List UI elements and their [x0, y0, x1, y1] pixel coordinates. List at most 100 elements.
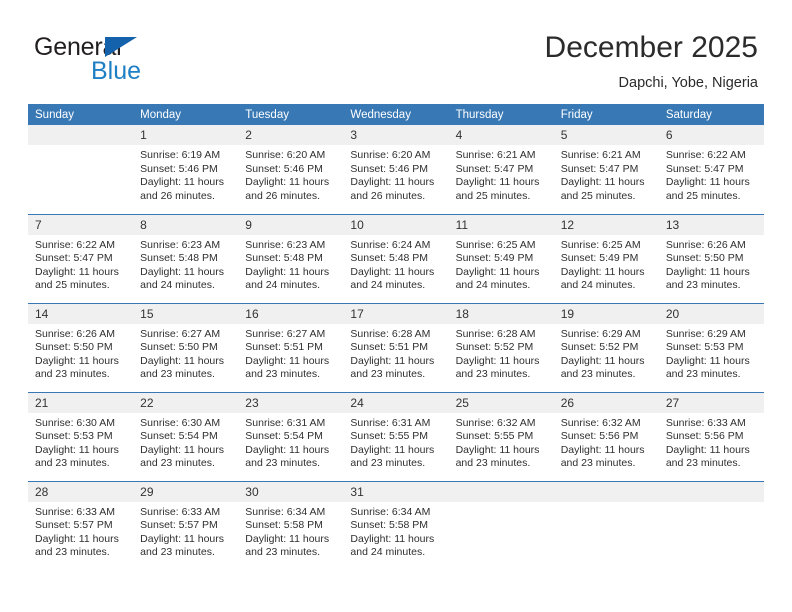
- day-number: 14: [28, 303, 134, 324]
- calendar-day-cell[interactable]: 26 Sunrise: 6:32 AM Sunset: 5:56 PM Dayligh…: [553, 391, 659, 481]
- calendar-day-cell[interactable]: 6 Sunrise: 6:22 AM Sunset: 5:47 PM Daylight…: [658, 125, 764, 214]
- calendar-day-cell[interactable]: 23 Sunrise: 6:31 AM Sunset: 5:54 PM Dayligh…: [238, 391, 344, 481]
- day-number: 4: [448, 125, 554, 145]
- calendar-day-cell[interactable]: 17 Sunrise: 6:28 AM Sunset: 5:51 PM Dayligh…: [343, 302, 449, 392]
- day-number: 30: [238, 481, 344, 502]
- calendar-day-cell[interactable]: 30 Sunrise: 6:34 AM Sunset: 5:58 PM Dayligh…: [238, 480, 344, 570]
- sunrise-text: Sunrise: 6:23 AM: [245, 238, 326, 251]
- calendar-day-cell[interactable]: 22 Sunrise: 6:30 AM Sunset: 5:54 PM Dayligh…: [133, 391, 239, 481]
- day-number: 10: [343, 214, 449, 235]
- calendar-empty-cell: [658, 480, 764, 570]
- calendar-day-cell[interactable]: 3 Sunrise: 6:20 AM Sunset: 5:46 PM Daylight…: [343, 125, 449, 214]
- daylight-text: Daylight: 11 hours and 23 minutes.: [245, 354, 330, 381]
- day-details: Sunrise: 6:34 AM Sunset: 5:58 PM Daylight:…: [343, 502, 448, 560]
- calendar-day-cell[interactable]: 8 Sunrise: 6:23 AM Sunset: 5:48 PM Daylight…: [133, 213, 239, 303]
- day-number: 17: [343, 303, 449, 324]
- calendar-day-cell[interactable]: 19 Sunrise: 6:29 AM Sunset: 5:52 PM Dayligh…: [553, 302, 659, 392]
- day-details: Sunrise: 6:30 AM Sunset: 5:54 PM Daylight:…: [133, 413, 238, 471]
- calendar-day-cell[interactable]: 16 Sunrise: 6:27 AM Sunset: 5:51 PM Dayligh…: [238, 302, 344, 392]
- day-details: Sunrise: 6:24 AM Sunset: 5:48 PM Daylight:…: [343, 235, 448, 293]
- calendar-day-cell[interactable]: 28 Sunrise: 6:33 AM Sunset: 5:57 PM Dayligh…: [28, 480, 134, 570]
- calendar-day-cell[interactable]: 24 Sunrise: 6:31 AM Sunset: 5:55 PM Dayligh…: [343, 391, 449, 481]
- calendar-day-cell[interactable]: 7 Sunrise: 6:22 AM Sunset: 5:47 PM Daylight…: [28, 213, 134, 303]
- calendar-week-row: 28 Sunrise: 6:33 AM Sunset: 5:57 PM Dayligh…: [28, 480, 764, 570]
- daylight-text: Daylight: 11 hours and 23 minutes.: [35, 354, 119, 381]
- calendar-day-cell[interactable]: 13 Sunrise: 6:26 AM Sunset: 5:50 PM Dayligh…: [658, 213, 764, 303]
- day-details: Sunrise: 6:34 AM Sunset: 5:58 PM Daylight:…: [238, 502, 343, 560]
- calendar-day-cell[interactable]: 20 Sunrise: 6:29 AM Sunset: 5:53 PM Dayligh…: [658, 302, 764, 392]
- calendar-day-cell[interactable]: 31 Sunrise: 6:34 AM Sunset: 5:58 PM Dayligh…: [343, 480, 449, 570]
- calendar-day-cell[interactable]: 1 Sunrise: 6:19 AM Sunset: 5:46 PM Daylight…: [133, 125, 239, 214]
- sunset-text: Sunset: 5:56 PM: [665, 430, 744, 443]
- calendar-day-cell[interactable]: 15 Sunrise: 6:27 AM Sunset: 5:50 PM Dayligh…: [133, 302, 239, 392]
- weekday-header-wednesday: Wednesday: [343, 104, 449, 125]
- sunrise-text: Sunrise: 6:22 AM: [665, 149, 746, 161]
- daylight-text: Daylight: 11 hours and 24 minutes.: [455, 265, 540, 292]
- day-details: Sunrise: 6:25 AM Sunset: 5:49 PM Daylight:…: [554, 235, 659, 293]
- calendar-day-cell[interactable]: 25 Sunrise: 6:32 AM Sunset: 5:55 PM Dayligh…: [448, 391, 554, 481]
- sunset-text: Sunset: 5:48 PM: [245, 252, 323, 265]
- calendar-day-cell[interactable]: 4 Sunrise: 6:21 AM Sunset: 5:47 PM Daylight…: [448, 125, 554, 214]
- sunrise-text: Sunrise: 6:32 AM: [455, 416, 536, 429]
- sunrise-text: Sunrise: 6:26 AM: [35, 327, 115, 340]
- weekday-header-saturday: Saturday: [658, 104, 764, 125]
- weekday-header-friday: Friday: [553, 104, 659, 125]
- calendar-day-cell[interactable]: 5 Sunrise: 6:21 AM Sunset: 5:47 PM Daylight…: [553, 125, 659, 214]
- daylight-text: Daylight: 11 hours and 23 minutes.: [140, 532, 224, 559]
- sunrise-text: Sunrise: 6:33 AM: [665, 416, 746, 429]
- calendar-day-cell[interactable]: 9 Sunrise: 6:23 AM Sunset: 5:48 PM Daylight…: [238, 213, 344, 303]
- weekday-header-thursday: Thursday: [448, 104, 554, 125]
- calendar-day-cell[interactable]: 12 Sunrise: 6:25 AM Sunset: 5:49 PM Dayligh…: [553, 213, 659, 303]
- daylight-text: Daylight: 11 hours and 24 minutes.: [560, 265, 645, 292]
- day-number: 22: [133, 392, 239, 413]
- calendar-page: General Blue December 2025 Dapchi, Yobe,…: [0, 0, 792, 612]
- sunrise-text: Sunrise: 6:27 AM: [140, 327, 221, 340]
- calendar-day-cell[interactable]: 29 Sunrise: 6:33 AM Sunset: 5:57 PM Dayligh…: [133, 480, 239, 570]
- sunset-text: Sunset: 5:54 PM: [245, 430, 323, 443]
- daylight-text: Daylight: 11 hours and 23 minutes.: [665, 354, 750, 381]
- daylight-text: Daylight: 11 hours and 24 minutes.: [245, 265, 330, 292]
- calendar-day-cell[interactable]: 10 Sunrise: 6:24 AM Sunset: 5:48 PM Dayligh…: [343, 213, 449, 303]
- sunrise-text: Sunrise: 6:28 AM: [455, 327, 536, 340]
- day-number: 31: [343, 481, 449, 502]
- sunrise-text: Sunrise: 6:20 AM: [245, 149, 326, 161]
- sunrise-text: Sunrise: 6:34 AM: [245, 505, 326, 518]
- sunset-text: Sunset: 5:58 PM: [245, 519, 323, 532]
- weekday-header-monday: Monday: [133, 104, 239, 125]
- sunset-text: Sunset: 5:57 PM: [140, 519, 218, 532]
- sunrise-text: Sunrise: 6:20 AM: [350, 149, 431, 161]
- calendar-day-cell[interactable]: 27 Sunrise: 6:33 AM Sunset: 5:56 PM Dayligh…: [658, 391, 764, 481]
- day-number: 5: [553, 125, 659, 145]
- day-details: Sunrise: 6:31 AM Sunset: 5:55 PM Daylight:…: [343, 413, 448, 471]
- sunrise-text: Sunrise: 6:24 AM: [350, 238, 431, 251]
- day-number: 16: [238, 303, 344, 324]
- day-number: 8: [133, 214, 239, 235]
- calendar-day-cell[interactable]: 21 Sunrise: 6:30 AM Sunset: 5:53 PM Dayligh…: [28, 391, 134, 481]
- sunrise-text: Sunrise: 6:25 AM: [560, 238, 641, 251]
- day-number: 6: [658, 125, 764, 145]
- sunrise-text: Sunrise: 6:30 AM: [140, 416, 221, 429]
- day-details: Sunrise: 6:28 AM Sunset: 5:51 PM Daylight:…: [343, 324, 448, 382]
- day-details: Sunrise: 6:22 AM Sunset: 5:47 PM Daylight:…: [28, 235, 133, 293]
- calendar-day-cell[interactable]: 2 Sunrise: 6:20 AM Sunset: 5:46 PM Daylight…: [238, 125, 344, 214]
- calendar-day-cell[interactable]: 18 Sunrise: 6:28 AM Sunset: 5:52 PM Dayligh…: [448, 302, 554, 392]
- sunset-text: Sunset: 5:50 PM: [665, 252, 744, 265]
- sunset-text: Sunset: 5:47 PM: [665, 162, 744, 175]
- calendar-day-cell[interactable]: 14 Sunrise: 6:26 AM Sunset: 5:50 PM Dayligh…: [28, 302, 134, 392]
- daylight-text: Daylight: 11 hours and 23 minutes.: [560, 354, 645, 381]
- calendar-day-cell[interactable]: 11 Sunrise: 6:25 AM Sunset: 5:49 PM Dayligh…: [448, 213, 554, 303]
- daylight-text: Daylight: 11 hours and 23 minutes.: [35, 532, 119, 559]
- sunset-text: Sunset: 5:52 PM: [455, 341, 534, 354]
- day-number: 9: [238, 214, 344, 235]
- sunrise-text: Sunrise: 6:27 AM: [245, 327, 326, 340]
- daylight-text: Daylight: 11 hours and 23 minutes.: [140, 354, 224, 381]
- calendar-empty-cell: [553, 480, 659, 570]
- title-block: December 2025 Dapchi, Yobe, Nigeria: [545, 30, 758, 93]
- sunrise-text: Sunrise: 6:19 AM: [140, 149, 221, 161]
- general-blue-logo[interactable]: General Blue: [34, 33, 224, 91]
- sunrise-text: Sunrise: 6:32 AM: [560, 416, 641, 429]
- daylight-text: Daylight: 11 hours and 25 minutes.: [455, 176, 540, 202]
- sunset-text: Sunset: 5:56 PM: [560, 430, 639, 443]
- calendar-body: 1 Sunrise: 6:19 AM Sunset: 5:46 PM Daylight…: [28, 125, 764, 570]
- calendar-week-row: 1 Sunrise: 6:19 AM Sunset: 5:46 PM Daylight…: [28, 125, 764, 214]
